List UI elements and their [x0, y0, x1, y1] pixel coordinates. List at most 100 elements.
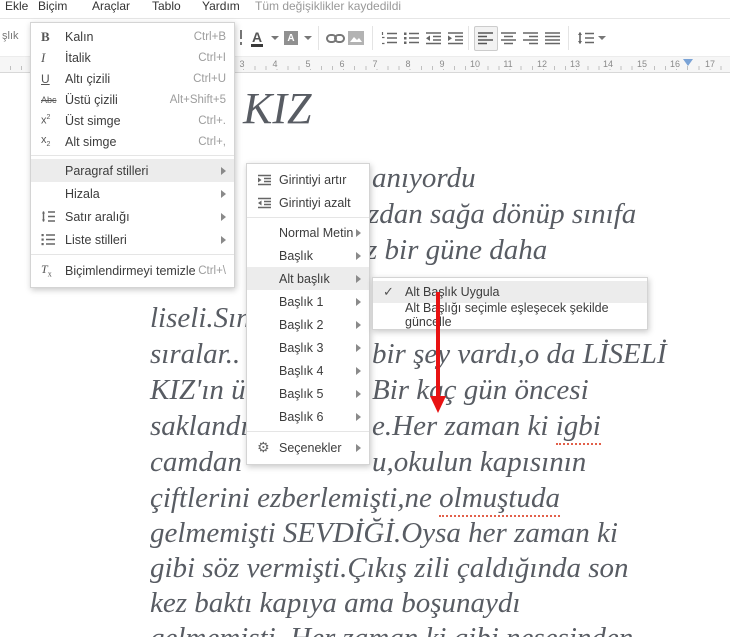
- menu-item-italik[interactable]: I İtalik Ctrl+I: [31, 47, 234, 68]
- toolbar-separator: [372, 26, 373, 50]
- submenu-item-alt-baslik[interactable]: Alt başlık: [247, 267, 369, 290]
- submenu-item-baslik-5[interactable]: Başlık 5: [247, 382, 369, 405]
- doc-line: KIZ'ın ü: [150, 374, 246, 406]
- menu-yardim[interactable]: Yardım: [202, 0, 240, 14]
- ruler-number: 16: [667, 59, 683, 69]
- menu-item-bicimlendirmeyi-temizle[interactable]: Tx Biçimlendirmeyi temizle Ctrl+\: [31, 258, 234, 283]
- menu-tablo[interactable]: Tablo: [152, 0, 181, 14]
- submenu-arrow-icon: [221, 166, 226, 175]
- subtitle-submenu: ✓ Alt Başlık Uygula Alt Başlığı seçimle …: [372, 277, 648, 330]
- save-status: Tüm değişiklikler kaydedildi: [255, 0, 402, 13]
- text-color-icon[interactable]: A: [251, 27, 264, 49]
- misspelled-word: olmuştuda: [439, 482, 560, 517]
- line-spacing-icon: [41, 210, 65, 223]
- paragraph-style-dropdown[interactable]: şlık: [2, 30, 19, 42]
- bulleted-list-icon[interactable]: [403, 27, 420, 49]
- justify-icon[interactable]: [544, 27, 561, 49]
- submenu-arrow-icon: [356, 443, 361, 452]
- increase-indent-icon[interactable]: [447, 27, 464, 49]
- partial-icon: [240, 42, 242, 45]
- doc-line: saklandı: [150, 410, 249, 442]
- clear-formatting-icon: Tx: [41, 262, 52, 279]
- list-styles-icon: [41, 233, 65, 246]
- ruler-number: 10: [467, 59, 483, 69]
- ruler-number: 3: [237, 59, 247, 69]
- ruler-number: 5: [303, 59, 313, 69]
- ruler-number: 7: [370, 59, 380, 69]
- insert-link-icon[interactable]: [326, 27, 345, 49]
- italic-icon: I: [41, 49, 46, 65]
- ruler-number: 8: [403, 59, 413, 69]
- numbered-list-icon[interactable]: [381, 27, 398, 49]
- text-color-caret-icon[interactable]: [271, 27, 279, 49]
- menu-item-satir-araligi[interactable]: Satır aralığı: [31, 205, 234, 228]
- menu-separator: [247, 217, 369, 218]
- format-menu-panel: B Kalın Ctrl+B I İtalik Ctrl+I U Altı çi…: [30, 22, 235, 288]
- submenu-arrow-icon: [356, 297, 361, 306]
- toolbar-separator: [468, 26, 469, 50]
- submenu-item-baslik-1[interactable]: Başlık 1: [247, 290, 369, 313]
- decrease-indent-icon: [257, 197, 279, 209]
- menu-item-hizala[interactable]: Hizala: [31, 182, 234, 205]
- submenu-arrow-icon: [221, 212, 226, 221]
- menu-item-ust-simge[interactable]: x2 Üst simge Ctrl+.: [31, 110, 234, 131]
- ruler-number: 14: [600, 59, 616, 69]
- increase-indent-icon: [257, 174, 279, 186]
- doc-title-fragment: KIZ: [243, 84, 312, 133]
- menu-item-ustu-cizili[interactable]: Abc Üstü çizili Alt+Shift+5: [31, 89, 234, 110]
- doc-line: camdan: [150, 446, 242, 478]
- doc-line: sıralar..: [150, 338, 241, 370]
- submenu-arrow-icon: [356, 366, 361, 375]
- menu-separator: [247, 431, 369, 432]
- submenu-item-baslik-6[interactable]: Başlık 6: [247, 405, 369, 428]
- highlight-color-icon[interactable]: A: [284, 27, 298, 49]
- gear-icon: ⚙: [257, 439, 270, 456]
- menu-item-liste-stilleri[interactable]: Liste stilleri: [31, 228, 234, 251]
- submenu-item-girintiyi-artir[interactable]: Girintiyi artır: [247, 168, 369, 191]
- align-left-icon[interactable]: [477, 27, 494, 49]
- submenu-arrow-icon: [356, 274, 361, 283]
- menu-item-alt-simge[interactable]: x2 Alt simge Ctrl+,: [31, 131, 234, 152]
- align-right-icon[interactable]: [522, 27, 539, 49]
- align-center-icon[interactable]: [500, 27, 517, 49]
- menu-item-paragraf-stilleri[interactable]: Paragraf stilleri: [31, 159, 234, 182]
- menu-item-kalin[interactable]: B Kalın Ctrl+B: [31, 26, 234, 47]
- doc-line: e.Her zaman ki igbi: [372, 408, 601, 445]
- submenu-item-secenekler[interactable]: ⚙ Seçenekler: [247, 435, 369, 460]
- insert-image-icon[interactable]: [348, 27, 364, 49]
- line-spacing-caret-icon[interactable]: [598, 27, 606, 49]
- submenu-item-normal-metin[interactable]: Normal Metin: [247, 221, 369, 244]
- partial-icon: [240, 30, 242, 39]
- annotation-arrow-head: [430, 396, 446, 413]
- underline-icon: U: [41, 71, 50, 86]
- subscript-icon: x2: [41, 134, 51, 149]
- submenu-item-baslik[interactable]: Başlık: [247, 244, 369, 267]
- menu-item-alti-cizili[interactable]: U Altı çizili Ctrl+U: [31, 68, 234, 89]
- misspelled-word: igbi: [555, 410, 601, 445]
- submenu-item-girintiyi-azalt[interactable]: Girintiyi azalt: [247, 191, 369, 214]
- menu-bicim[interactable]: Biçim: [38, 0, 67, 14]
- doc-line: z bir güne daha: [366, 234, 548, 266]
- indent-marker[interactable]: [683, 59, 693, 66]
- doc-line: bir şey vardı,o da LİSELİ: [372, 338, 667, 370]
- doc-line: u,okulun kapısının: [372, 446, 587, 478]
- menu-araclar[interactable]: Araçlar: [92, 0, 130, 14]
- ruler-number: 9: [437, 59, 447, 69]
- decrease-indent-icon[interactable]: [425, 27, 442, 49]
- submenu-item-baslik-2[interactable]: Başlık 2: [247, 313, 369, 336]
- toolbar-separator: [318, 26, 319, 50]
- ruler-number: 13: [567, 59, 583, 69]
- submenu-item-baslik-3[interactable]: Başlık 3: [247, 336, 369, 359]
- submenu-arrow-icon: [221, 235, 226, 244]
- submenu-item-baslik-4[interactable]: Başlık 4: [247, 359, 369, 382]
- ruler-number: 15: [634, 59, 650, 69]
- line-spacing-icon[interactable]: [577, 27, 595, 49]
- submenu-arrow-icon: [356, 320, 361, 329]
- highlight-caret-icon[interactable]: [304, 27, 312, 49]
- doc-line: gibi söz vermişti.Çıkış zili çaldığında …: [150, 552, 629, 584]
- doc-line: gelmemişti SEVDİĞİ.Oysa her zaman ki: [150, 517, 618, 549]
- ruler-number: 4: [270, 59, 280, 69]
- menu-item-alt-basligi-guncelle[interactable]: Alt Başlığı seçimle eşleşecek şekilde gü…: [373, 301, 647, 329]
- menu-ekle[interactable]: Ekle: [5, 0, 28, 14]
- ruler-number: 11: [501, 59, 515, 69]
